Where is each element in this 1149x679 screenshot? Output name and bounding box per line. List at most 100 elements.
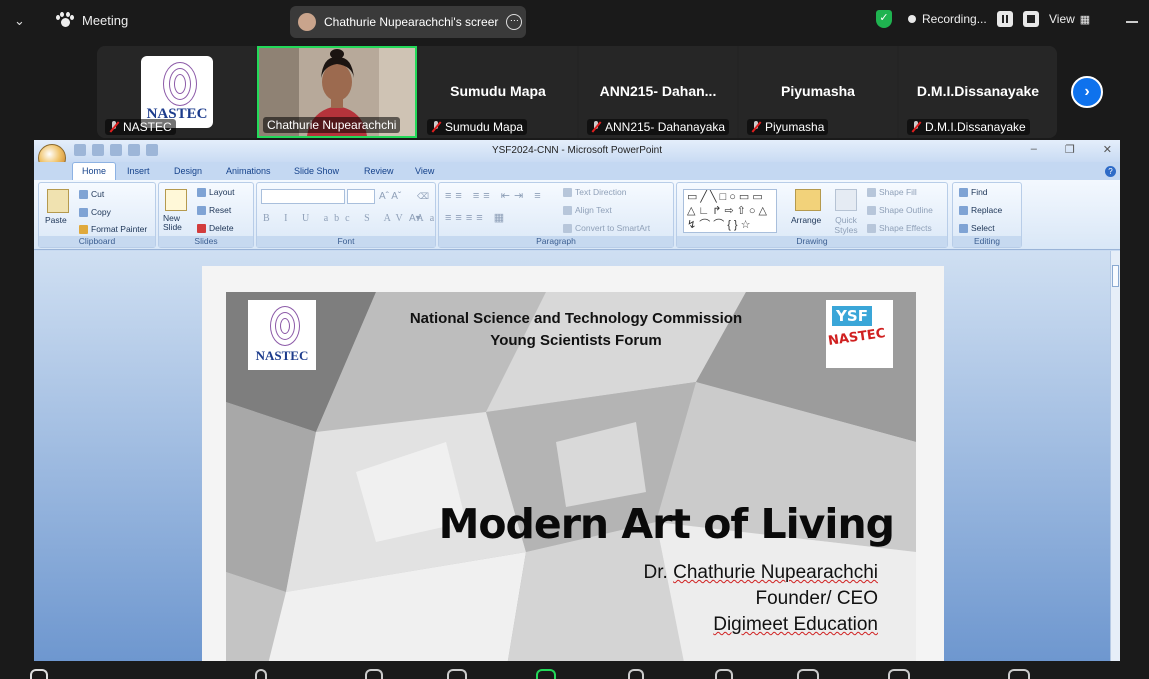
paint-bucket-icon [867,188,876,198]
chevron-down-icon[interactable]: ⌄ [14,13,25,29]
participant-tile[interactable]: ANN215- Dahan... ANN215- Dahanayaka [579,46,737,138]
arrange-button[interactable]: Arrange [791,215,821,225]
presenter-name-text: Chathurie Nupearachchi [673,562,878,583]
minimize-window-icon[interactable]: – [1031,143,1037,156]
save-icon[interactable] [74,144,86,156]
participant-tile-active[interactable]: Chathurie Nupearachchi [257,46,417,138]
slide-nastec-logo: NASTEC [248,300,316,370]
slides-group-label: Slides [159,236,253,247]
print-preview-icon[interactable] [128,144,140,156]
shapes-gallery[interactable]: ▭╱╲□○▭▭ △∟↱⇨⇧○△ ↯⌒⌒{}☆ [683,189,777,233]
editing-group-label: Editing [953,236,1021,247]
mic-muted-icon [751,121,761,133]
company-name: Digimeet Education [713,614,878,635]
grow-font-icon[interactable]: Aˆ Aˇ [379,191,401,202]
arrange-icon [795,189,821,211]
apps-icon[interactable] [797,669,819,679]
powerpoint-window: YSF2024-CNN - Microsoft PowerPoint – ❐ ✕… [34,140,1120,661]
slides-group: New Slide Layout Reset Delete Slides [158,182,254,248]
new-slide-icon [165,189,187,211]
font-size-select[interactable] [347,189,375,204]
new-slide-button[interactable]: New Slide [163,214,195,232]
participants-icon[interactable] [255,669,267,679]
record-icon[interactable] [628,669,644,679]
tab-slide-show[interactable]: Slide Show [294,166,339,176]
format-painter-button[interactable]: Format Painter [79,224,147,235]
participant-name: NASTEC [105,119,176,135]
clear-formatting-icon[interactable]: ⌫ [417,191,429,202]
mic-muted-icon [109,121,119,133]
replace-button[interactable]: Replace [959,205,1002,216]
microphone-icon[interactable] [30,669,48,679]
tab-view[interactable]: View [415,166,434,176]
cut-button[interactable]: Cut [79,189,104,200]
view-button[interactable]: View ▦ [1049,12,1090,26]
meeting-controls-bar [0,661,1149,679]
ysf-logo-text: YSF [832,306,872,326]
tab-animations[interactable]: Animations [226,166,271,176]
more-icon[interactable] [1008,669,1030,679]
scrollbar-thumb[interactable] [1112,265,1119,287]
convert-smartart-button[interactable]: Convert to SmartArt [563,223,650,234]
meeting-info-button[interactable]: Meeting [56,12,128,28]
more-options-icon[interactable]: ⋯ [506,14,523,30]
share-screen-icon[interactable] [536,669,556,679]
tab-home[interactable]: Home [82,166,106,176]
tab-review[interactable]: Review [364,166,394,176]
ai-companion-icon[interactable] [715,669,733,679]
text-direction-button[interactable]: Text Direction [563,187,627,198]
pause-recording-button[interactable] [996,11,1013,27]
redo-icon[interactable] [110,144,122,156]
effects-icon [867,224,876,234]
delete-button[interactable]: Delete [197,223,234,234]
replace-icon [959,206,968,216]
mic-muted-icon [591,121,601,133]
binoculars-icon [959,188,968,198]
ribbon: Paste Cut Copy Format Painter Clipboard … [34,180,1120,250]
encryption-shield-icon[interactable]: ✓ [876,10,892,28]
spelling-icon[interactable] [146,144,158,156]
font-family-select[interactable] [261,189,345,204]
chat-icon[interactable] [365,669,383,679]
shape-effects-button[interactable]: Shape Effects [867,223,932,234]
slide-nastec-logo-text: NASTEC [255,348,309,363]
font-color-icon[interactable]: A▾ [409,213,421,224]
stop-recording-button[interactable] [1022,11,1039,27]
participant-tile[interactable]: NASTEC NASTEC [97,46,255,138]
ribbon-tabs: Home Insert Design Animations Slide Show… [34,162,1120,180]
align-text-button[interactable]: Align Text [563,205,612,216]
react-icon[interactable] [447,669,467,679]
vertical-scrollbar[interactable] [1110,251,1120,661]
tab-design[interactable]: Design [174,166,202,176]
reset-button[interactable]: Reset [197,205,231,216]
screen-share-indicator[interactable]: Chathurie Nupearachchi's screer ⋯ [290,6,526,38]
slide-canvas[interactable]: NASTEC National Science and Technology C… [226,292,916,661]
quick-styles-button[interactable]: Quick Styles [831,215,861,235]
next-page-button[interactable]: › [1071,76,1103,108]
restore-window-icon[interactable]: ❐ [1065,143,1075,156]
view-label: View [1049,12,1075,26]
undo-icon[interactable] [92,144,104,156]
participant-tile[interactable]: Piyumasha Piyumasha [739,46,897,138]
participant-display-name: Piyumasha [781,83,855,99]
alignment-buttons[interactable]: ≡≡≡≡ ▦ [445,211,508,224]
list-buttons[interactable]: ≡≡ ≡≡ ⇤⇥ ≡ [445,189,545,202]
smartart-icon [563,224,572,234]
participant-name: Sumudu Mapa [427,119,528,135]
slide-title: Modern Art of Living [438,500,895,548]
minimize-icon[interactable] [1126,21,1138,23]
select-button[interactable]: Select [959,223,995,234]
shape-fill-button[interactable]: Shape Fill [867,187,917,198]
brush-icon [79,225,88,235]
participant-tile[interactable]: Sumudu Mapa Sumudu Mapa [419,46,577,138]
paste-button[interactable]: Paste [45,215,67,225]
tab-insert[interactable]: Insert [127,166,150,176]
close-window-icon[interactable]: ✕ [1103,143,1112,156]
copy-button[interactable]: Copy [79,207,111,218]
shape-outline-button[interactable]: Shape Outline [867,205,933,216]
participant-tile[interactable]: D.M.I.Dissanayake D.M.I.Dissanayake [899,46,1057,138]
whiteboards-icon[interactable] [888,669,910,679]
find-button[interactable]: Find [959,187,988,198]
layout-button[interactable]: Layout [197,187,235,198]
help-icon[interactable]: ? [1105,166,1116,177]
